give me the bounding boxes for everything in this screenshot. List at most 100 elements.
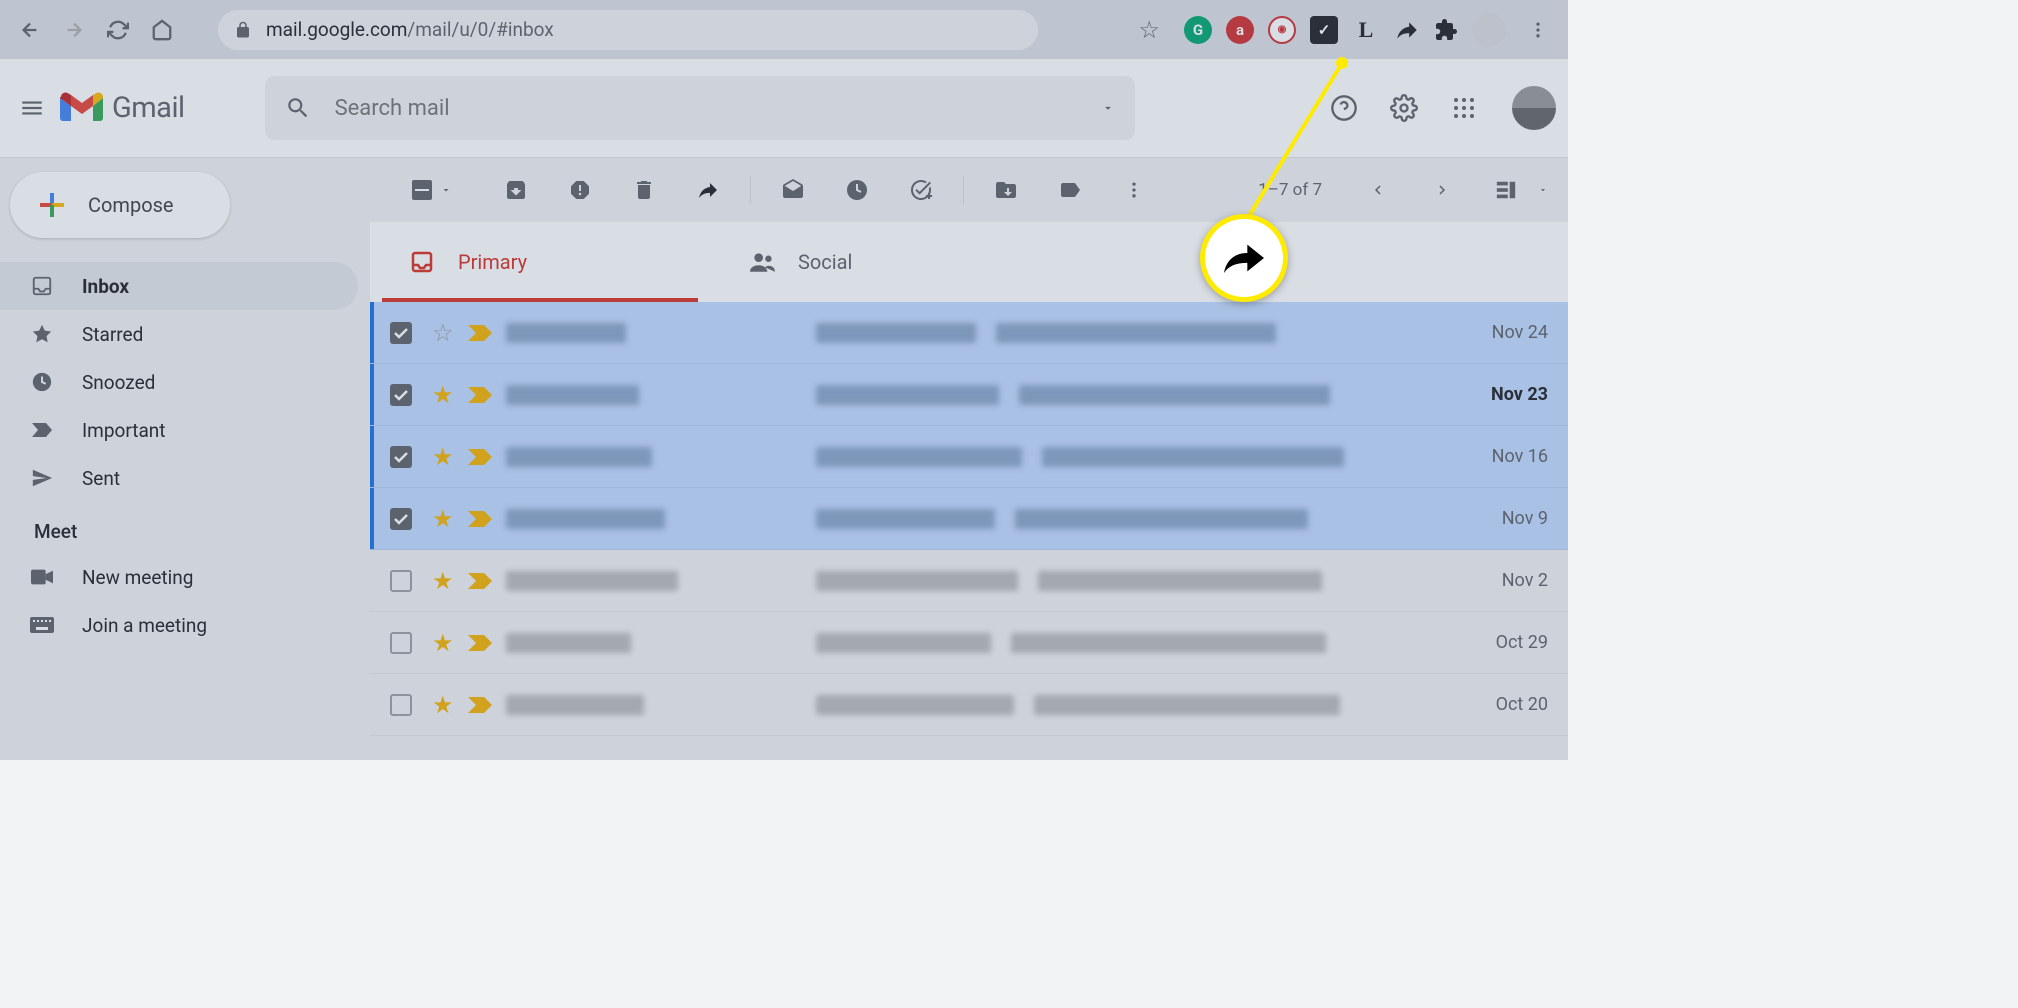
browser-reload-button[interactable]: [100, 12, 136, 48]
subject: [816, 509, 1448, 529]
sidebar-label: New meeting: [82, 566, 193, 589]
important-marker-icon[interactable]: [468, 387, 492, 403]
browser-menu-button[interactable]: [1520, 12, 1556, 48]
extension-check-icon[interactable]: ✓: [1310, 16, 1338, 44]
email-row[interactable]: ★Oct 29: [370, 612, 1568, 674]
gmail-brand-text: Gmail: [112, 91, 185, 125]
subject: [816, 633, 1448, 653]
star-icon[interactable]: ★: [432, 505, 454, 533]
row-checkbox[interactable]: [390, 384, 412, 406]
email-row[interactable]: ★ Nov 23: [370, 364, 1568, 426]
star-icon[interactable]: ★: [432, 691, 454, 719]
move-to-button[interactable]: [984, 168, 1028, 212]
apps-grid-button[interactable]: [1444, 88, 1484, 128]
labels-button[interactable]: [1048, 168, 1092, 212]
annotation-dot: [1336, 57, 1348, 69]
forward-button[interactable]: [686, 168, 730, 212]
density-button[interactable]: [1484, 168, 1528, 212]
video-icon: [30, 569, 54, 585]
important-marker-icon[interactable]: [468, 449, 492, 465]
email-row[interactable]: ★Nov 9: [370, 488, 1568, 550]
url-text: mail.google.com/mail/u/0/#inbox: [266, 18, 554, 41]
tab-primary[interactable]: Primary: [370, 222, 710, 302]
sidebar: Compose Inbox Starred Snoozed Important …: [0, 158, 370, 760]
email-row[interactable]: ★Oct 20: [370, 674, 1568, 736]
sidebar-item-sent[interactable]: Sent: [0, 454, 358, 502]
important-marker-icon[interactable]: [468, 511, 492, 527]
star-icon[interactable]: ★: [432, 629, 454, 657]
extensions-puzzle-icon[interactable]: [1434, 18, 1458, 42]
sidebar-label: Sent: [82, 467, 120, 490]
search-box[interactable]: [265, 76, 1135, 140]
row-checkbox[interactable]: [390, 694, 412, 716]
settings-button[interactable]: [1384, 88, 1424, 128]
main-menu-button[interactable]: [8, 84, 56, 132]
gmail-M-icon: [60, 91, 104, 125]
sidebar-label: Snoozed: [82, 371, 155, 394]
sidebar-item-snoozed[interactable]: Snoozed: [0, 358, 358, 406]
extension-grammarly-icon[interactable]: G: [1184, 16, 1212, 44]
extension-icon[interactable]: ◉: [1268, 16, 1296, 44]
keyboard-icon: [30, 617, 54, 633]
browser-forward-button[interactable]: [56, 12, 92, 48]
important-marker-icon[interactable]: [468, 325, 492, 341]
star-icon[interactable]: ★: [432, 567, 454, 595]
row-checkbox[interactable]: [390, 446, 412, 468]
density-dropdown[interactable]: [1538, 185, 1548, 195]
tab-social[interactable]: Social: [710, 222, 1050, 302]
browser-back-button[interactable]: [12, 12, 48, 48]
email-row[interactable]: ★Nov 16: [370, 426, 1568, 488]
email-date: Nov 2: [1448, 570, 1548, 591]
important-marker-icon[interactable]: [468, 573, 492, 589]
browser-home-button[interactable]: [144, 12, 180, 48]
separator: [750, 176, 751, 204]
email-row[interactable]: ☆Nov 24: [370, 302, 1568, 364]
extension-adblock-icon[interactable]: a: [1226, 16, 1254, 44]
snooze-button[interactable]: [835, 168, 879, 212]
tab-label: Primary: [458, 250, 527, 274]
sidebar-item-new-meeting[interactable]: New meeting: [0, 553, 358, 601]
prev-page-button[interactable]: [1356, 168, 1400, 212]
compose-button[interactable]: Compose: [10, 172, 230, 238]
important-icon: [30, 421, 54, 439]
row-checkbox[interactable]: [390, 570, 412, 592]
address-bar[interactable]: mail.google.com/mail/u/0/#inbox: [218, 10, 1038, 50]
extension-share-icon[interactable]: [1394, 17, 1420, 43]
star-icon[interactable]: ★: [432, 381, 454, 409]
sidebar-item-inbox[interactable]: Inbox: [0, 262, 358, 310]
search-input[interactable]: [335, 96, 1089, 121]
mark-read-button[interactable]: [771, 168, 815, 212]
row-checkbox[interactable]: [390, 508, 412, 530]
next-page-button[interactable]: [1420, 168, 1464, 212]
sidebar-label: Starred: [82, 323, 143, 346]
inbox-icon: [410, 250, 434, 274]
search-options-dropdown[interactable]: [1101, 101, 1115, 115]
email-row[interactable]: ★ Nov 2: [370, 550, 1568, 612]
sidebar-item-important[interactable]: Important: [0, 406, 358, 454]
account-avatar[interactable]: [1512, 86, 1556, 130]
page-count: 1–7 of 7: [1258, 180, 1322, 200]
select-all-checkbox[interactable]: [400, 168, 444, 212]
important-marker-icon[interactable]: [468, 635, 492, 651]
row-checkbox[interactable]: [390, 322, 412, 344]
browser-profile-icon[interactable]: [1472, 13, 1506, 47]
more-button[interactable]: [1112, 168, 1156, 212]
star-icon[interactable]: ☆: [432, 319, 454, 347]
row-checkbox[interactable]: [390, 632, 412, 654]
archive-button[interactable]: [494, 168, 538, 212]
spam-button[interactable]: [558, 168, 602, 212]
sender: [506, 447, 766, 467]
sidebar-item-join-meeting[interactable]: Join a meeting: [0, 601, 358, 649]
gmail-logo[interactable]: Gmail: [60, 91, 185, 125]
help-button[interactable]: [1324, 88, 1364, 128]
delete-button[interactable]: [622, 168, 666, 212]
important-marker-icon[interactable]: [468, 697, 492, 713]
sidebar-item-starred[interactable]: Starred: [0, 310, 358, 358]
select-dropdown[interactable]: [440, 184, 460, 196]
bookmark-star-icon[interactable]: ☆: [1138, 16, 1160, 44]
extension-L-icon[interactable]: L: [1352, 16, 1380, 44]
add-task-button[interactable]: [899, 168, 943, 212]
separator: [963, 176, 964, 204]
email-date: Nov 23: [1448, 384, 1548, 405]
star-icon[interactable]: ★: [432, 443, 454, 471]
